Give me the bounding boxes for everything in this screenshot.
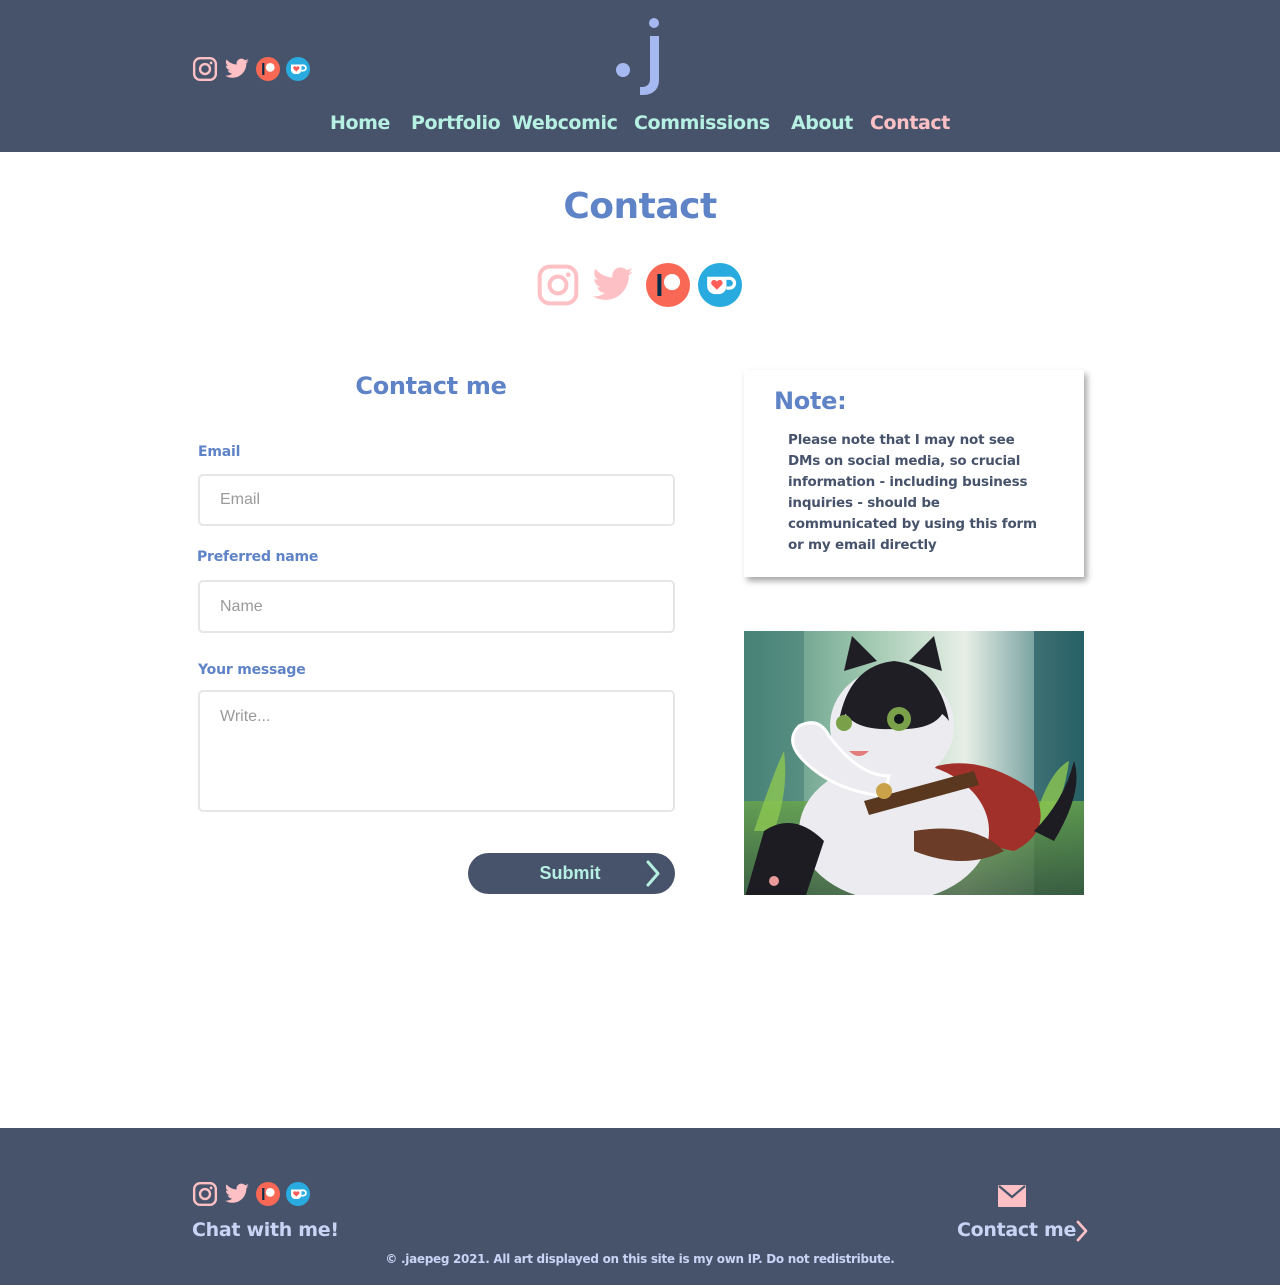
footer-contact-link[interactable]: Contact me <box>957 1219 1076 1241</box>
twitter-icon[interactable] <box>588 263 638 307</box>
site-footer: Chat with me! Contact me © .jaepeg 2021.… <box>0 1128 1280 1285</box>
note-card: Note: Please note that I may not see DMs… <box>744 370 1084 577</box>
nav-contact[interactable]: Contact <box>870 112 950 134</box>
contact-form-title: Contact me <box>355 372 507 400</box>
patreon-icon[interactable] <box>256 1182 280 1206</box>
mail-icon[interactable] <box>998 1185 1026 1207</box>
patreon-icon[interactable] <box>256 57 280 81</box>
twitter-icon[interactable] <box>224 56 250 82</box>
email-label: Email <box>198 444 241 460</box>
page-title: Contact <box>563 186 717 227</box>
submit-button[interactable]: Submit <box>468 853 675 894</box>
kofi-icon[interactable] <box>286 57 310 81</box>
nav-home[interactable]: Home <box>330 112 390 134</box>
copyright-text: © .jaepeg 2021. All art displayed on thi… <box>385 1252 895 1266</box>
site-logo[interactable] <box>610 14 670 98</box>
instagram-icon[interactable] <box>192 56 218 82</box>
cat-illustration <box>744 631 1084 895</box>
kofi-icon[interactable] <box>286 1182 310 1206</box>
instagram-icon[interactable] <box>192 1181 218 1207</box>
kofi-icon[interactable] <box>698 263 742 307</box>
message-label: Your message <box>198 662 306 678</box>
submit-label: Submit <box>539 863 601 883</box>
main-nav: Home Portfolio Webcomic Commissions Abou… <box>0 112 1280 142</box>
message-textarea[interactable] <box>198 690 675 812</box>
nav-webcomic[interactable]: Webcomic <box>512 112 618 134</box>
chevron-right-icon <box>646 860 660 887</box>
contact-social-links <box>536 263 742 307</box>
note-body: Please note that I may not see DMs on so… <box>788 432 1037 553</box>
chevron-right-icon[interactable] <box>1075 1220 1089 1242</box>
header-social-links <box>192 56 310 82</box>
nav-portfolio[interactable]: Portfolio <box>411 112 501 134</box>
note-title: Note: <box>774 387 847 415</box>
nav-about[interactable]: About <box>791 112 853 134</box>
instagram-icon[interactable] <box>536 263 580 307</box>
twitter-icon[interactable] <box>224 1181 250 1207</box>
patreon-icon[interactable] <box>646 263 690 307</box>
site-header: Home Portfolio Webcomic Commissions Abou… <box>0 0 1280 152</box>
nav-commissions[interactable]: Commissions <box>634 112 770 134</box>
footer-social-links <box>192 1181 310 1207</box>
chat-with-me-label: Chat with me! <box>192 1219 339 1241</box>
name-input[interactable] <box>198 580 675 633</box>
email-input[interactable] <box>198 474 675 526</box>
name-label: Preferred name <box>197 549 319 565</box>
